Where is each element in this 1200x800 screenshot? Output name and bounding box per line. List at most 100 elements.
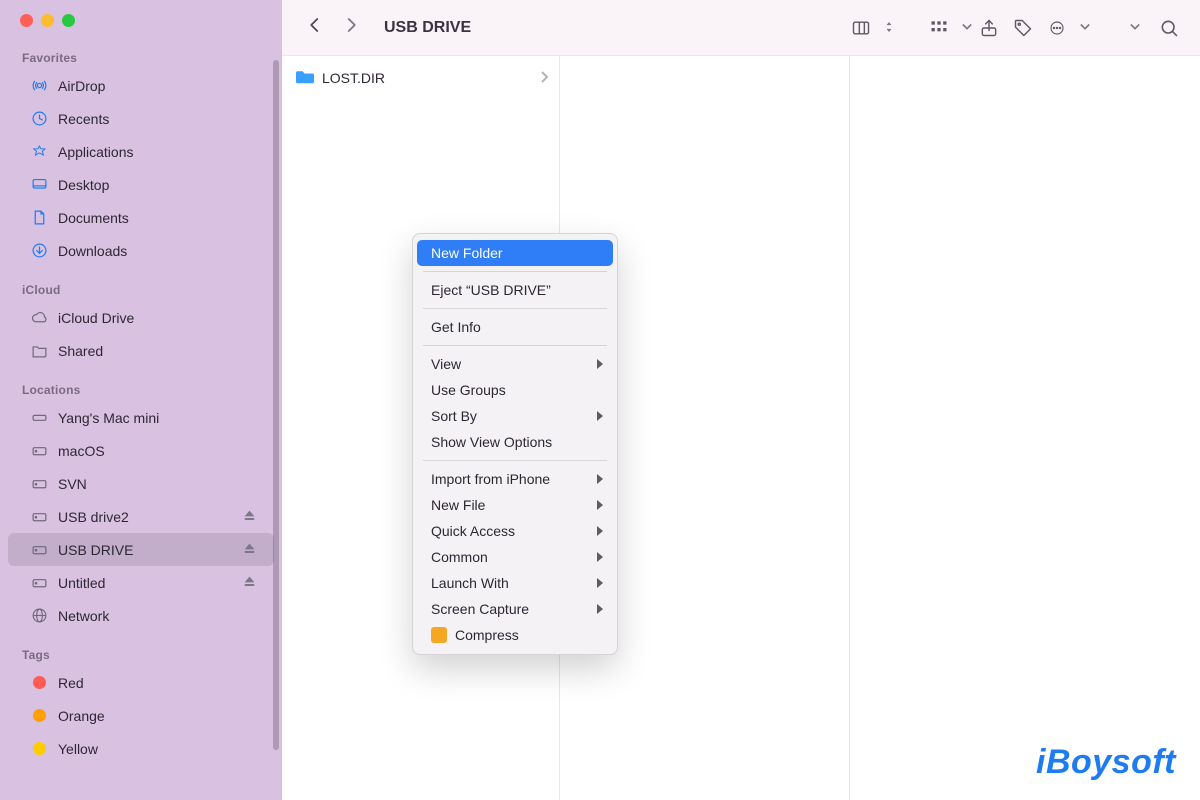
eject-icon[interactable] (243, 542, 256, 558)
sidebar-tag-orange[interactable]: Orange (8, 699, 274, 732)
menu-separator (423, 271, 607, 272)
menu-item-label: Quick Access (431, 523, 515, 539)
chevron-down-icon (1080, 19, 1090, 37)
menu-separator (423, 308, 607, 309)
menu-item-common[interactable]: Common (417, 544, 613, 570)
sidebar-item-usb-drive2[interactable]: USB drive2 (8, 500, 274, 533)
overflow-button[interactable] (1118, 11, 1152, 45)
globe-icon (30, 607, 48, 624)
sidebar-item-macos[interactable]: macOS (8, 434, 274, 467)
tags-button[interactable] (1006, 11, 1040, 45)
airdrop-icon (30, 77, 48, 94)
group-by-button[interactable] (922, 11, 972, 45)
apps-icon (30, 143, 48, 160)
sidebar-item-label: Applications (58, 144, 256, 160)
actions-button[interactable] (1040, 11, 1090, 45)
clock-icon (30, 110, 48, 127)
sidebar-item-downloads[interactable]: Downloads (8, 234, 274, 267)
sidebar-item-applications[interactable]: Applications (8, 135, 274, 168)
sidebar-item-airdrop[interactable]: AirDrop (8, 69, 274, 102)
menu-item-label: Get Info (431, 319, 481, 335)
menu-item-new-file[interactable]: New File (417, 492, 613, 518)
disk-icon (30, 442, 48, 459)
search-button[interactable] (1152, 11, 1186, 45)
menu-item-use-groups[interactable]: Use Groups (417, 377, 613, 403)
sidebar-item-label: USB DRIVE (58, 542, 243, 558)
sidebar-item-label: Recents (58, 111, 256, 127)
download-icon (30, 242, 48, 259)
share-button[interactable] (972, 11, 1006, 45)
sidebar-item-label: Network (58, 608, 256, 624)
column-3[interactable] (850, 56, 1200, 800)
sidebar-item-label: iCloud Drive (58, 310, 256, 326)
sidebar-item-svn[interactable]: SVN (8, 467, 274, 500)
window-title: USB DRIVE (384, 19, 471, 37)
finder-window: Favorites AirDrop Recents Applications Desk… (0, 0, 1200, 800)
sidebar-item-network[interactable]: Network (8, 599, 274, 632)
desktop-icon (30, 176, 48, 193)
folder-item-lostdir[interactable]: LOST.DIR (282, 64, 559, 92)
close-button[interactable] (20, 14, 33, 27)
sidebar-section-locations-title: Locations (0, 367, 282, 401)
sidebar-item-yang-s-mac-mini[interactable]: Yang's Mac mini (8, 401, 274, 434)
eject-icon[interactable] (243, 509, 256, 525)
forward-button[interactable] (342, 16, 360, 39)
tag-dot-icon (33, 709, 46, 722)
sidebar-item-label: Documents (58, 210, 256, 226)
back-button[interactable] (306, 16, 324, 39)
view-mode-button[interactable] (844, 11, 894, 45)
tag-dot-icon (33, 676, 46, 689)
sidebar-item-recents[interactable]: Recents (8, 102, 274, 135)
menu-item-label: Screen Capture (431, 601, 529, 617)
sidebar-item-label: SVN (58, 476, 256, 492)
sidebar-section-icloud-title: iCloud (0, 267, 282, 301)
cloud-icon (30, 309, 48, 326)
menu-item-show-view-options[interactable]: Show View Options (417, 429, 613, 455)
doc-icon (30, 209, 48, 226)
sidebar-item-label: USB drive2 (58, 509, 243, 525)
sidebar-item-label: Yellow (58, 741, 256, 757)
menu-item-sort-by[interactable]: Sort By (417, 403, 613, 429)
eject-icon[interactable] (243, 575, 256, 591)
menu-item-view[interactable]: View (417, 351, 613, 377)
maximize-button[interactable] (62, 14, 75, 27)
menu-item-label: Common (431, 549, 488, 565)
folder-icon (296, 69, 322, 87)
menu-separator (423, 345, 607, 346)
menu-item-label: Use Groups (431, 382, 506, 398)
menu-item-label: Sort By (431, 408, 477, 424)
sidebar-item-label: Shared (58, 343, 256, 359)
sidebar-scrollbar[interactable] (273, 60, 279, 750)
menu-item-quick-access[interactable]: Quick Access (417, 518, 613, 544)
sidebar-tag-red[interactable]: Red (8, 666, 274, 699)
sidebar-section-favorites-title: Favorites (0, 35, 282, 69)
menu-item-label: Compress (455, 627, 519, 643)
disk-icon (30, 541, 48, 558)
menu-item-label: New Folder (431, 245, 503, 261)
sidebar-item-label: macOS (58, 443, 256, 459)
context-menu: New Folder Eject “USB DRIVE” Get Info View U… (412, 233, 618, 655)
menu-item-screen-capture[interactable]: Screen Capture (417, 596, 613, 622)
menu-item-label: New File (431, 497, 485, 513)
columns-view-icon (844, 11, 878, 45)
menu-item-compress[interactable]: Compress (417, 622, 613, 648)
menu-item-import-from-iphone[interactable]: Import from iPhone (417, 466, 613, 492)
chevron-down-icon (1130, 19, 1140, 37)
chevron-right-icon (541, 70, 549, 86)
sidebar-item-shared[interactable]: Shared (8, 334, 274, 367)
sidebar-item-usb-drive[interactable]: USB DRIVE (8, 533, 274, 566)
updown-icon (884, 19, 894, 37)
minimize-button[interactable] (41, 14, 54, 27)
sidebar-item-desktop[interactable]: Desktop (8, 168, 274, 201)
menu-item-new-folder[interactable]: New Folder (417, 240, 613, 266)
menu-item-eject-usb-drive-[interactable]: Eject “USB DRIVE” (417, 277, 613, 303)
menu-item-label: Eject “USB DRIVE” (431, 282, 551, 298)
sidebar-item-documents[interactable]: Documents (8, 201, 274, 234)
sidebar-tag-yellow[interactable]: Yellow (8, 732, 274, 765)
menu-item-launch-with[interactable]: Launch With (417, 570, 613, 596)
disk-icon (30, 574, 48, 591)
sidebar-item-icloud-drive[interactable]: iCloud Drive (8, 301, 274, 334)
menu-item-get-info[interactable]: Get Info (417, 314, 613, 340)
menu-item-label: Launch With (431, 575, 509, 591)
sidebar-item-untitled[interactable]: Untitled (8, 566, 274, 599)
